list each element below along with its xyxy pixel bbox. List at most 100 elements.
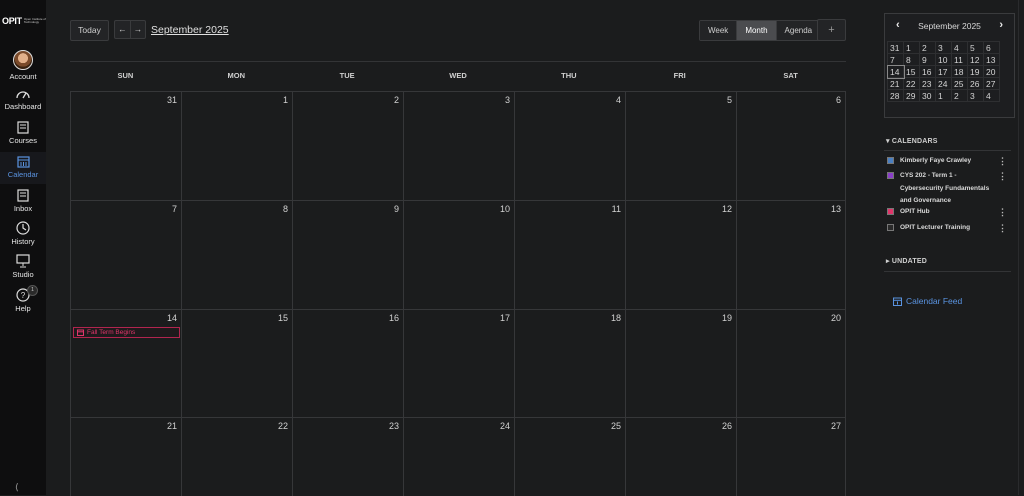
calendar-item-kimberly[interactable]: Kimberly Faye Crawley ⋮ [887, 155, 1007, 168]
day-number[interactable]: 31 [167, 95, 177, 105]
mini-day[interactable]: 20 [983, 65, 1000, 78]
day-number[interactable]: 8 [283, 204, 288, 214]
day-cell[interactable]: 8 [181, 200, 292, 309]
day-number[interactable]: 10 [500, 204, 510, 214]
day-cell[interactable]: 1 [181, 91, 292, 200]
mini-day[interactable]: 22 [903, 77, 920, 90]
calendar-item-cys202[interactable]: CYS 202 - Term 1 - Cybersecurity Fundame… [887, 170, 1007, 208]
day-cell[interactable]: 22 [181, 417, 292, 496]
mini-day[interactable]: 1 [903, 41, 920, 54]
calendar-color-swatch[interactable] [887, 157, 894, 164]
day-cell[interactable]: 9 [292, 200, 403, 309]
mini-day[interactable]: 4 [983, 89, 1000, 102]
mini-day[interactable]: 9 [919, 53, 936, 66]
more-options-icon[interactable]: ⋮ [998, 222, 1007, 235]
day-cell[interactable]: 17 [403, 309, 514, 417]
undated-section-toggle[interactable]: ▸ UNDATED [886, 257, 927, 265]
view-month-button[interactable]: Month [737, 21, 777, 40]
day-cell[interactable]: 18 [514, 309, 625, 417]
nav-inbox[interactable]: Inbox [0, 189, 46, 213]
day-cell[interactable]: 12 [625, 200, 736, 309]
day-number[interactable]: 12 [722, 204, 732, 214]
mini-day[interactable]: 18 [951, 65, 968, 78]
nav-studio[interactable]: Studio [0, 254, 46, 279]
mini-day[interactable]: 25 [951, 77, 968, 90]
calendar-item-lecturer-training[interactable]: OPIT Lecturer Training ⋮ [887, 222, 1007, 235]
day-number[interactable]: 11 [612, 204, 621, 214]
mini-day[interactable]: 2 [919, 41, 936, 54]
day-number[interactable]: 17 [500, 313, 510, 323]
day-cell[interactable]: 10 [403, 200, 514, 309]
calendar-color-swatch[interactable] [887, 172, 894, 179]
day-cell[interactable]: 7 [70, 200, 181, 309]
mini-day[interactable]: 26 [967, 77, 984, 90]
day-cell[interactable]: 25 [514, 417, 625, 496]
mini-day[interactable]: 11 [951, 53, 968, 66]
day-cell[interactable]: 26 [625, 417, 736, 496]
day-number[interactable]: 19 [722, 313, 732, 323]
day-number[interactable]: 23 [389, 421, 399, 431]
nav-courses[interactable]: Courses [0, 121, 46, 145]
mini-day[interactable]: 29 [903, 89, 920, 102]
mini-day[interactable]: 4 [951, 41, 968, 54]
day-cell[interactable]: 2 [292, 91, 403, 200]
day-cell[interactable]: 21 [70, 417, 181, 496]
day-cell[interactable]: 27 [736, 417, 846, 496]
day-number[interactable]: 25 [611, 421, 621, 431]
day-number[interactable]: 27 [831, 421, 841, 431]
day-number[interactable]: 9 [394, 204, 399, 214]
day-number[interactable]: 1 [283, 95, 288, 105]
day-number[interactable]: 3 [505, 95, 510, 105]
nav-account[interactable]: Account [0, 50, 46, 81]
day-cell[interactable]: 19 [625, 309, 736, 417]
calendar-color-swatch[interactable] [887, 224, 894, 231]
mini-day[interactable]: 6 [983, 41, 1000, 54]
day-number[interactable]: 24 [500, 421, 510, 431]
day-cell[interactable]: 3 [403, 91, 514, 200]
add-event-button[interactable]: + [817, 19, 846, 41]
calendars-section-toggle[interactable]: ▾ CALENDARS [886, 137, 938, 145]
mini-day[interactable]: 10 [935, 53, 952, 66]
nav-history[interactable]: History [0, 221, 46, 246]
calendar-color-swatch[interactable] [887, 208, 894, 215]
day-number[interactable]: 21 [167, 421, 177, 431]
day-cell[interactable]: 23 [292, 417, 403, 496]
mini-day[interactable]: 5 [967, 41, 984, 54]
day-cell[interactable]: 13 [736, 200, 846, 309]
day-cell[interactable]: 16 [292, 309, 403, 417]
prev-month-button[interactable]: ← [114, 20, 130, 39]
day-number[interactable]: 22 [278, 421, 288, 431]
day-cell[interactable]: 11 [514, 200, 625, 309]
view-agenda-button[interactable]: Agenda [776, 21, 821, 40]
next-month-button[interactable]: → [130, 20, 146, 39]
mini-day-today[interactable]: 14 [886, 64, 905, 79]
nav-dashboard[interactable]: Dashboard [0, 87, 46, 111]
mini-day[interactable]: 24 [935, 77, 952, 90]
day-number[interactable]: 13 [831, 204, 841, 214]
mini-day[interactable]: 16 [919, 65, 936, 78]
day-number[interactable]: 7 [172, 204, 177, 214]
mini-day[interactable]: 31 [887, 41, 904, 54]
view-week-button[interactable]: Week [700, 21, 738, 40]
mini-day[interactable]: 19 [967, 65, 984, 78]
nav-help[interactable]: ? 1 Help [0, 285, 46, 313]
calendar-item-opit-hub[interactable]: OPIT Hub ⋮ [887, 206, 1007, 219]
more-options-icon[interactable]: ⋮ [998, 206, 1007, 219]
opit-logo[interactable]: OPIT Open Institute of Technology [2, 16, 46, 26]
more-options-icon[interactable]: ⋮ [998, 170, 1007, 183]
mini-day[interactable]: 3 [967, 89, 984, 102]
mini-day[interactable]: 23 [919, 77, 936, 90]
scrollbar-track[interactable] [1018, 0, 1019, 495]
day-cell[interactable]: 24 [403, 417, 514, 496]
today-button[interactable]: Today [70, 20, 109, 41]
mini-day[interactable]: 3 [935, 41, 952, 54]
mini-day[interactable]: 2 [951, 89, 968, 102]
mini-day[interactable]: 8 [903, 53, 920, 66]
mini-day[interactable]: 15 [903, 65, 920, 78]
day-number[interactable]: 16 [389, 313, 399, 323]
day-number[interactable]: 2 [394, 95, 399, 105]
day-number[interactable]: 6 [836, 95, 841, 105]
mini-day[interactable]: 17 [935, 65, 952, 78]
day-number[interactable]: 20 [831, 313, 841, 323]
mini-day[interactable]: 28 [887, 89, 904, 102]
